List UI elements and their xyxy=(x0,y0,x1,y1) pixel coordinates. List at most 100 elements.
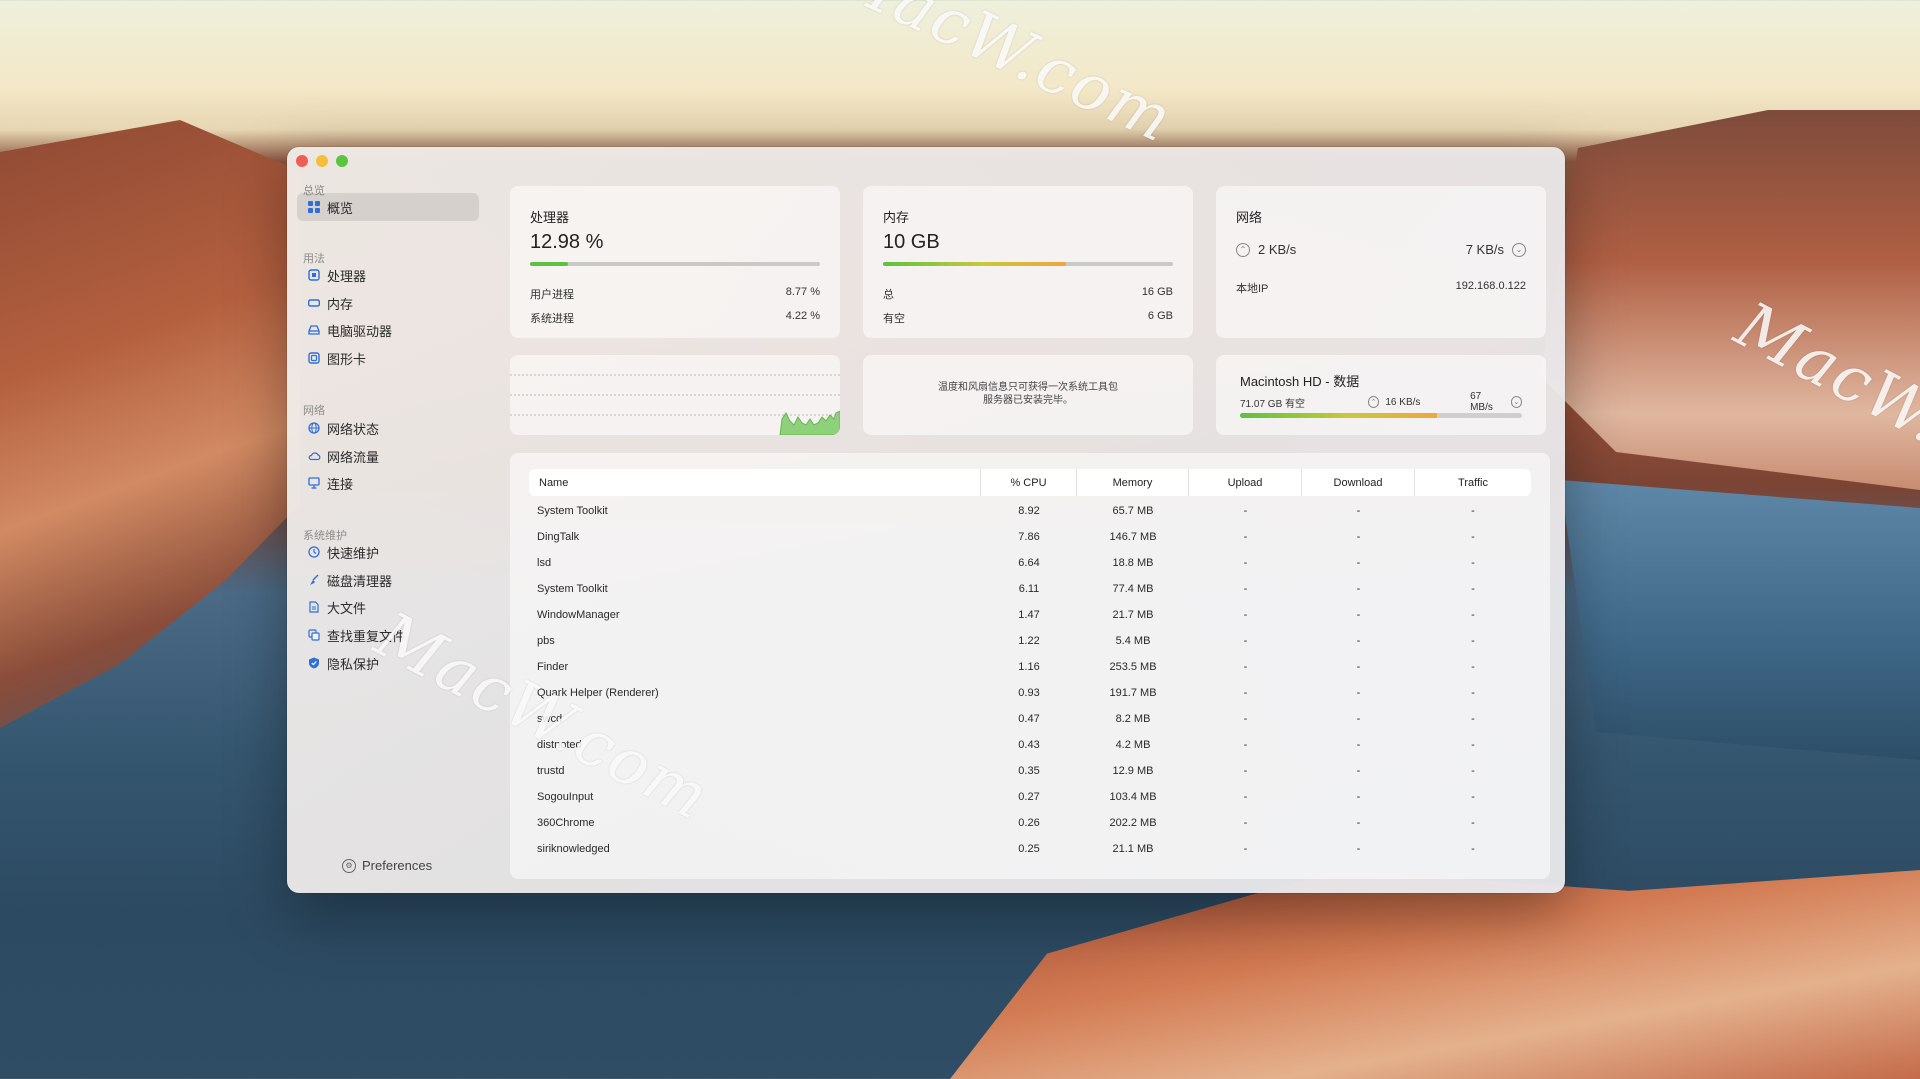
background-lake xyxy=(1560,480,1920,760)
process-memory-cell: 21.7 MB xyxy=(1112,609,1154,621)
process-traffic-cell: - xyxy=(1471,817,1475,829)
sidebar-item-label: 处理器 xyxy=(327,268,367,284)
table-row[interactable]: System Toolkit 6.11 77.4 MB - - - xyxy=(529,576,1531,602)
clock-icon xyxy=(307,545,321,559)
process-upload-cell: - xyxy=(1243,661,1248,673)
process-traffic-cell: - xyxy=(1471,843,1475,855)
disk-usage-fill xyxy=(1240,413,1438,418)
sidebar-item-connections[interactable]: 连接 xyxy=(297,469,479,497)
network-card[interactable]: 网络 ⌃ 2 KB/s 7 KB/s ⌄ 本地IP 192.168.0.122 xyxy=(1216,186,1546,338)
memory-free-row: 有空 6 GB xyxy=(883,310,1173,326)
process-upload-cell: - xyxy=(1243,557,1248,569)
table-row[interactable]: swcd 0.47 8.2 MB - - - xyxy=(529,706,1531,732)
process-traffic-cell: - xyxy=(1471,583,1475,595)
cpu-history-graph xyxy=(510,374,840,435)
sidebar-item-duplicate-files[interactable]: 查找重复文件 xyxy=(297,621,479,649)
table-row[interactable]: Finder 1.16 253.5 MB - - - xyxy=(529,654,1531,680)
process-cpu-cell: 0.47 xyxy=(1018,713,1040,725)
table-row[interactable]: WindowManager 1.47 21.7 MB - - - xyxy=(529,602,1531,628)
sidebar-item-drives[interactable]: 电脑驱动器 xyxy=(297,316,479,344)
process-upload-cell: - xyxy=(1243,609,1248,621)
column-header-upload[interactable]: Upload xyxy=(1189,469,1302,496)
process-traffic-cell: - xyxy=(1471,609,1475,621)
memory-usage-fill xyxy=(883,262,1066,266)
grid-icon xyxy=(307,200,321,214)
table-row[interactable]: lsd 6.64 18.8 MB - - - xyxy=(529,550,1531,576)
process-download-cell: - xyxy=(1356,739,1361,751)
process-download-cell: - xyxy=(1356,635,1361,647)
process-upload-cell: - xyxy=(1243,791,1248,803)
disk-free: 71.07 GB 有空 xyxy=(1240,398,1306,410)
table-row[interactable]: Quark Helper (Renderer) 0.93 191.7 MB - - - xyxy=(529,680,1531,706)
sidebar-item-disk-cleaner[interactable]: 磁盘清理器 xyxy=(297,566,479,594)
process-traffic-cell: - xyxy=(1471,739,1475,751)
process-name-cell: pbs xyxy=(537,635,555,647)
process-upload-cell: - xyxy=(1243,843,1248,855)
cpu-user-label: 用户进程 xyxy=(530,289,574,301)
disk-card[interactable]: Macintosh HD - 数据 71.07 GB 有空 ⌃ 16 KB/s … xyxy=(1216,355,1546,435)
memory-free-value: 6 GB xyxy=(1147,310,1173,322)
table-row[interactable]: siriknowledged 0.25 21.1 MB - - - xyxy=(529,836,1531,862)
process-download-cell: - xyxy=(1356,583,1361,595)
sidebar-item-label: 网络流量 xyxy=(327,449,380,465)
preferences-button[interactable]: ⚙ Preferences xyxy=(342,858,432,873)
process-traffic-cell: - xyxy=(1471,505,1475,517)
table-row[interactable]: SogouInput 0.27 103.4 MB - - - xyxy=(529,784,1531,810)
memory-card[interactable]: 内存 10 GB 总 16 GB 有空 6 GB xyxy=(863,186,1193,338)
sidebar-item-privacy[interactable]: 隐私保护 xyxy=(297,649,479,677)
drive-icon xyxy=(307,323,321,337)
sidebar: 总览 概览 用法 处理器 内存 电脑驱动器 图形卡 网络 网络状态 网络流量 连… xyxy=(287,147,487,893)
sidebar-item-network-status[interactable]: 网络状态 xyxy=(297,414,479,442)
table-row[interactable]: trustd 0.35 12.9 MB - - - xyxy=(529,758,1531,784)
preferences-label: Preferences xyxy=(362,858,433,873)
table-row[interactable]: DingTalk 7.86 146.7 MB - - - xyxy=(529,524,1531,550)
sensors-message-line1: 温度和风扇信息只可获得一次系统工具包 xyxy=(938,382,1118,393)
watermark: MacW.com xyxy=(821,0,1185,158)
sidebar-item-memory[interactable]: 内存 xyxy=(297,289,479,317)
table-row[interactable]: pbs 1.22 5.4 MB - - - xyxy=(529,628,1531,654)
app-window: 总览 概览 用法 处理器 内存 电脑驱动器 图形卡 网络 网络状态 网络流量 连… xyxy=(287,147,1565,893)
column-header-cpu[interactable]: % CPU xyxy=(981,469,1077,496)
column-header-download[interactable]: Download xyxy=(1302,469,1415,496)
column-header-name[interactable]: Name xyxy=(529,469,981,496)
table-row[interactable]: 360Chrome 0.26 202.2 MB - - - xyxy=(529,810,1531,836)
sidebar-item-cpu[interactable]: 处理器 xyxy=(297,261,479,289)
process-name-cell: siriknowledged xyxy=(537,843,610,855)
column-header-memory[interactable]: Memory xyxy=(1077,469,1189,496)
cpu-usage-fill xyxy=(530,262,568,266)
memory-total-label: 总 xyxy=(883,289,894,301)
network-ip-row: 本地IP 192.168.0.122 xyxy=(1236,280,1526,296)
cpu-card[interactable]: 处理器 12.98 % 用户进程 8.77 % 系统进程 4.22 % xyxy=(510,186,840,338)
disk-title: Macintosh HD - 数据 xyxy=(1240,374,1360,389)
sidebar-item-gpu[interactable]: 图形卡 xyxy=(297,344,479,372)
process-download-cell: - xyxy=(1356,531,1361,543)
sidebar-item-overview[interactable]: 概览 xyxy=(297,193,479,221)
process-memory-cell: 65.7 MB xyxy=(1112,505,1154,517)
network-speed-row: ⌃ 2 KB/s 7 KB/s ⌄ xyxy=(1236,242,1526,257)
sensors-card: 温度和风扇信息只可获得一次系统工具包 服务器已安装完毕。 xyxy=(863,355,1193,435)
column-header-traffic[interactable]: Traffic xyxy=(1415,469,1531,496)
process-name-cell: System Toolkit xyxy=(537,505,608,517)
process-memory-cell: 202.2 MB xyxy=(1109,817,1157,829)
background-island xyxy=(950,870,1920,1079)
background-cliff-left xyxy=(0,120,300,728)
table-row[interactable]: System Toolkit 8.92 65.7 MB - - - xyxy=(529,498,1531,524)
process-name-cell: System Toolkit xyxy=(537,583,608,595)
sidebar-item-quick-maintenance[interactable]: 快速维护 xyxy=(297,538,479,566)
process-download-cell: - xyxy=(1356,505,1361,517)
table-row[interactable]: distnoted 0.43 4.2 MB - - - xyxy=(529,732,1531,758)
process-cpu-cell: 1.47 xyxy=(1018,609,1040,621)
sidebar-item-network-traffic[interactable]: 网络流量 xyxy=(297,442,479,470)
memory-value: 10 GB xyxy=(883,231,940,253)
sidebar-item-label: 网络状态 xyxy=(327,421,380,437)
sidebar-item-large-files[interactable]: 大文件 xyxy=(297,593,479,621)
network-download-value: 7 KB/s xyxy=(1465,242,1504,257)
process-name-cell: 360Chrome xyxy=(537,817,595,829)
sidebar-item-label: 概览 xyxy=(327,200,354,216)
process-traffic-cell: - xyxy=(1471,531,1475,543)
process-upload-cell: - xyxy=(1243,583,1248,595)
cpu-usage-bar xyxy=(530,262,820,266)
cpu-history-card[interactable] xyxy=(510,355,840,435)
process-upload-cell: - xyxy=(1243,817,1248,829)
process-memory-cell: 8.2 MB xyxy=(1115,713,1151,725)
